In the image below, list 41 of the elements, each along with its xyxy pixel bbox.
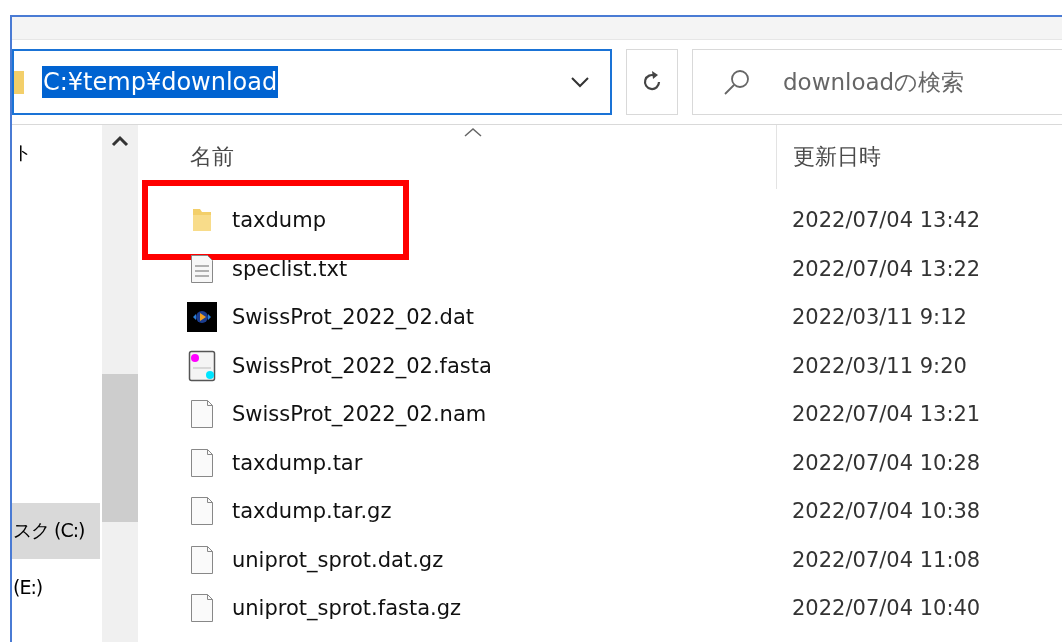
sidebar-item[interactable]: スク (C:) bbox=[12, 503, 100, 559]
modified-date: 2022/07/04 13:42 bbox=[791, 208, 981, 233]
modified-date: 2022/07/04 13:21 bbox=[791, 402, 981, 427]
file-name[interactable]: taxdump.tar bbox=[232, 450, 363, 475]
modified-date: 2022/03/11 9:12 bbox=[791, 305, 967, 330]
modified-date: 2022/07/04 10:28 bbox=[791, 450, 981, 475]
modified-date: 2022/07/04 10:38 bbox=[791, 499, 981, 524]
file-icon bbox=[190, 447, 214, 478]
scrollbar[interactable] bbox=[102, 125, 138, 642]
scrollbar-thumb[interactable] bbox=[102, 374, 138, 522]
file-name[interactable]: taxdump bbox=[232, 208, 326, 233]
file-name[interactable]: SwissProt_2022_02.fasta bbox=[232, 353, 492, 378]
modified-date: 2022/07/04 11:08 bbox=[791, 547, 981, 572]
modified-date: 2022/07/04 13:22 bbox=[791, 256, 981, 281]
file-name[interactable]: SwissProt_2022_02.nam bbox=[232, 402, 487, 427]
file-name[interactable]: uniprot_sprot.dat.gz bbox=[232, 547, 444, 572]
media-file-icon bbox=[187, 302, 217, 333]
modified-date: 2022/07/04 10:40 bbox=[791, 596, 981, 621]
sidebar-item[interactable]: (E:) bbox=[12, 559, 100, 615]
file-name[interactable]: taxdump.tar.gz bbox=[232, 499, 392, 524]
sidebar-item[interactable]: ト bbox=[12, 125, 100, 181]
column-header[interactable]: 更新日時 bbox=[776, 125, 1062, 189]
modified-date: 2022/03/11 9:20 bbox=[791, 353, 967, 378]
search-icon bbox=[722, 67, 752, 97]
column-header[interactable]: 名前 bbox=[142, 125, 776, 189]
file-icon bbox=[190, 544, 214, 575]
file-icon bbox=[190, 593, 214, 624]
file-name[interactable]: speclist.txt bbox=[232, 256, 348, 281]
text-file-icon bbox=[190, 253, 214, 284]
sort-caret-icon bbox=[464, 127, 482, 137]
file-icon bbox=[190, 496, 214, 527]
folder-icon bbox=[14, 68, 26, 96]
file-name[interactable]: SwissProt_2022_02.dat bbox=[232, 305, 475, 330]
chevron-down-icon[interactable] bbox=[570, 76, 590, 88]
scroll-up-icon[interactable] bbox=[111, 135, 129, 147]
image-file-icon bbox=[188, 349, 216, 382]
file-icon bbox=[190, 399, 214, 430]
address-field[interactable]: C:¥temp¥download bbox=[12, 49, 612, 115]
search-field[interactable]: downloadの検索 bbox=[692, 49, 1062, 115]
file-name[interactable]: uniprot_sprot.fasta.gz bbox=[232, 596, 462, 621]
refresh-button[interactable] bbox=[626, 49, 678, 115]
